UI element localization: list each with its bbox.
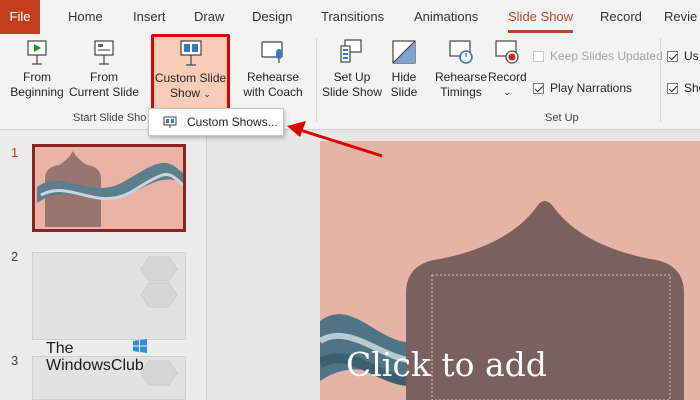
red-arrow-annotation xyxy=(287,121,383,158)
